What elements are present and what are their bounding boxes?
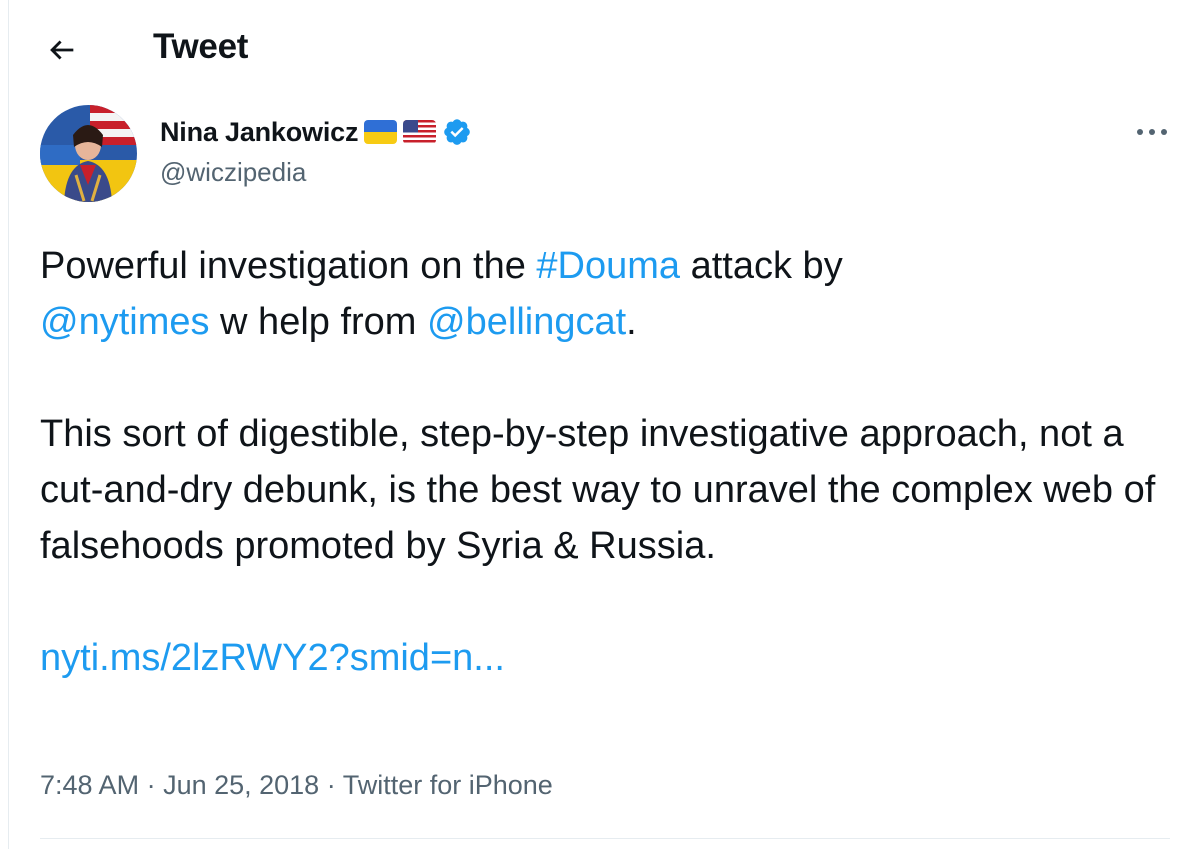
divider [40, 838, 1170, 839]
tweet-url-line: nyti.ms/2lzRWY2?smid=n... [40, 630, 1180, 686]
hashtag-link[interactable]: #Douma [536, 245, 680, 287]
tweet-source[interactable]: Twitter for iPhone [343, 770, 553, 800]
meta-separator: · [319, 770, 343, 800]
page-title: Tweet [153, 27, 249, 66]
tweet-paragraph-1: Powerful investigation on the #Douma att… [40, 238, 1180, 350]
tweet-url-link[interactable]: nyti.ms/2lzRWY2?smid=n... [40, 637, 505, 679]
ukraine-flag-icon [364, 120, 398, 144]
tweet-text-fragment: . [626, 301, 637, 343]
tweet-metadata: 7:48 AM · Jun 25, 2018 · Twitter for iPh… [40, 770, 553, 801]
usa-flag-icon [403, 120, 437, 144]
mention-link-nytimes[interactable]: @nytimes [40, 301, 210, 343]
tweet-text: Powerful investigation on the #Douma att… [40, 238, 1180, 686]
author-display-name[interactable]: Nina Jankowicz [160, 117, 358, 148]
tweet-page: Tweet Nina Jankowicz @wiczipedia Powerfu… [0, 0, 1200, 849]
verified-badge-icon [442, 117, 472, 147]
column-border [8, 0, 9, 849]
more-horizontal-icon [1137, 129, 1167, 135]
mention-link-bellingcat[interactable]: @bellingcat [427, 301, 626, 343]
author-handle[interactable]: @wiczipedia [160, 157, 306, 188]
avatar-photo [40, 105, 137, 202]
meta-separator: · [139, 770, 164, 800]
avatar[interactable] [40, 105, 137, 202]
tweet-text-fragment: attack by [680, 245, 843, 287]
tweet-date[interactable]: Jun 25, 2018 [163, 770, 319, 800]
page-header: Tweet [0, 0, 1200, 95]
tweet-text-fragment: w help from [209, 301, 428, 343]
tweet-time[interactable]: 7:48 AM [40, 770, 139, 800]
back-button[interactable] [40, 28, 84, 72]
more-options-button[interactable] [1130, 112, 1174, 152]
tweet-text-fragment: Powerful investigation on the [40, 245, 537, 287]
tweet-paragraph-2: This sort of digestible, step-by-step in… [40, 413, 1156, 567]
arrow-left-icon [50, 40, 74, 60]
author-name-row[interactable]: Nina Jankowicz [160, 115, 472, 149]
